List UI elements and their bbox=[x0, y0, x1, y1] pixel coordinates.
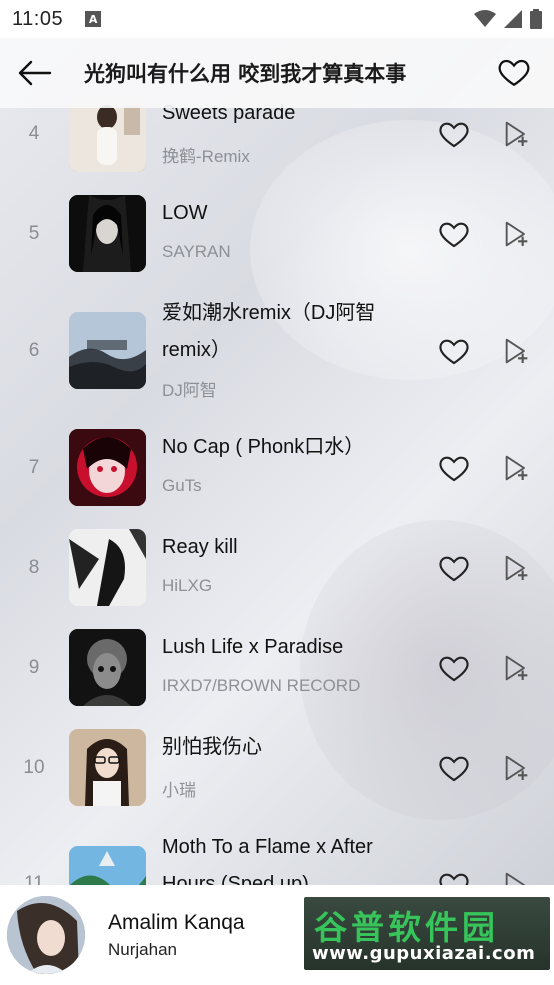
song-artist: 小瑞 bbox=[162, 781, 196, 800]
song-index: 5 bbox=[28, 223, 40, 244]
like-heart-icon[interactable] bbox=[437, 751, 471, 785]
battery-icon bbox=[530, 9, 542, 29]
song-index: 4 bbox=[28, 123, 40, 144]
album-cover[interactable] bbox=[69, 529, 146, 606]
song-title: 别怕我伤心 bbox=[162, 736, 262, 758]
album-cover[interactable] bbox=[69, 629, 146, 706]
status-time: 11:05 bbox=[12, 7, 64, 30]
mini-player[interactable]: Amalim Kanqa Nurjahan 谷普软件园 www.gupuxiaz… bbox=[0, 885, 554, 985]
song-artist: IRXD7/BROWN RECORD bbox=[162, 676, 361, 695]
cover-art-image bbox=[69, 529, 146, 606]
add-to-playlist-icon[interactable] bbox=[500, 218, 532, 250]
add-to-playlist-icon[interactable] bbox=[500, 118, 532, 150]
add-to-playlist-icon[interactable] bbox=[500, 552, 532, 584]
cover-art-image bbox=[7, 896, 85, 974]
cover-art-image bbox=[69, 312, 146, 389]
cover-art-image bbox=[69, 429, 146, 506]
player-song-title: Amalim Kanqa bbox=[108, 911, 245, 934]
favorite-playlist-button[interactable] bbox=[496, 54, 532, 90]
song-artist: SAYRAN bbox=[162, 242, 231, 261]
player-song-artist: Nurjahan bbox=[108, 940, 177, 959]
wifi-icon bbox=[474, 10, 496, 27]
song-index: 8 bbox=[28, 557, 40, 578]
a-box-icon: A bbox=[85, 11, 102, 27]
signal-icon bbox=[504, 10, 522, 28]
song-artist: DJ阿智 bbox=[162, 381, 217, 400]
status-bar: 11:05 A bbox=[0, 0, 554, 38]
song-index: 7 bbox=[28, 457, 40, 478]
cover-art-image bbox=[69, 729, 146, 806]
arrow-left-icon bbox=[18, 60, 52, 86]
watermark-logo: 谷普软件园 www.gupuxiazai.com bbox=[304, 897, 550, 970]
cover-art-image bbox=[69, 629, 146, 706]
song-index: 10 bbox=[23, 757, 45, 778]
album-cover[interactable] bbox=[69, 312, 146, 389]
song-row[interactable]: 9 Lush Life x Paradise IRXD7/BROWN RECOR… bbox=[0, 629, 554, 729]
song-row[interactable]: 10 别怕我伤心 小瑞 bbox=[0, 729, 554, 829]
add-to-playlist-icon[interactable] bbox=[500, 335, 532, 367]
top-app-bar: 光狗叫有什么用 咬到我才算真本事 bbox=[0, 38, 554, 108]
like-heart-icon[interactable] bbox=[437, 117, 471, 151]
song-row[interactable]: 5 LOW SAYRAN bbox=[0, 195, 554, 295]
album-cover[interactable] bbox=[69, 729, 146, 806]
like-heart-icon[interactable] bbox=[437, 651, 471, 685]
like-heart-icon[interactable] bbox=[437, 451, 471, 485]
song-row[interactable]: 7 No Cap ( Phonk口水） GuTs bbox=[0, 429, 554, 529]
song-row[interactable]: 6 爱如潮水remix（DJ阿智remix） DJ阿智 bbox=[0, 295, 554, 415]
watermark-text: 谷普软件园 bbox=[314, 908, 499, 947]
add-to-playlist-icon[interactable] bbox=[500, 652, 532, 684]
song-row[interactable]: 8 Reay kill HiLXG bbox=[0, 529, 554, 629]
song-artist: 挽鹤-Remix bbox=[162, 147, 250, 166]
like-heart-icon[interactable] bbox=[437, 334, 471, 368]
add-to-playlist-icon[interactable] bbox=[500, 452, 532, 484]
player-cover-art[interactable] bbox=[7, 896, 85, 974]
back-button[interactable] bbox=[0, 38, 70, 108]
watermark-url: www.gupuxiazai.com bbox=[312, 943, 536, 964]
album-cover[interactable] bbox=[69, 195, 146, 272]
song-artist: GuTs bbox=[162, 476, 202, 495]
like-heart-icon[interactable] bbox=[437, 217, 471, 251]
add-to-playlist-icon[interactable] bbox=[500, 752, 532, 784]
song-artist: HiLXG bbox=[162, 576, 213, 595]
song-title: No Cap ( Phonk口水） bbox=[162, 436, 365, 458]
song-index: 6 bbox=[28, 340, 40, 361]
song-title: Lush Life x Paradise bbox=[162, 636, 344, 658]
song-title: Reay kill bbox=[162, 536, 238, 558]
song-title: 爱如潮水remix（DJ阿智remix） bbox=[162, 302, 376, 361]
song-title: LOW bbox=[162, 202, 208, 224]
album-cover[interactable] bbox=[69, 429, 146, 506]
status-icons bbox=[474, 9, 542, 29]
cover-art-image bbox=[69, 195, 146, 272]
page-title: 光狗叫有什么用 咬到我才算真本事 bbox=[84, 62, 407, 86]
like-heart-icon[interactable] bbox=[437, 551, 471, 585]
song-index: 9 bbox=[28, 657, 40, 678]
